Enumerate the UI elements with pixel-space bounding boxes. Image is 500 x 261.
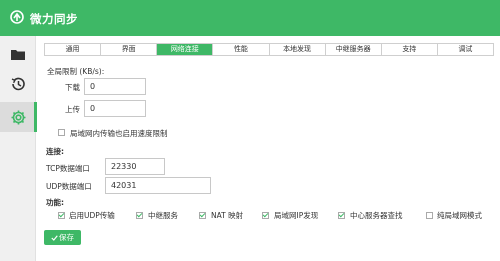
lan-ip-discovery-checkbox[interactable] xyxy=(262,212,269,219)
connection-heading: 连接: xyxy=(46,147,64,156)
relay-service-checkbox[interactable] xyxy=(136,212,143,219)
sidebar-item-history[interactable] xyxy=(0,69,36,99)
speed-limit-heading: 全局限制 (KB/s): xyxy=(47,67,105,76)
save-button[interactable]: 保存 xyxy=(44,230,81,245)
relay-service-label: 中继服务 xyxy=(148,211,178,220)
sidebar-item-folders[interactable] xyxy=(0,39,36,69)
upload-limit-input[interactable]: 0 xyxy=(84,100,146,117)
check-icon xyxy=(51,234,58,241)
tab-general[interactable]: 通用 xyxy=(45,44,102,55)
settings-gear-icon xyxy=(11,110,25,124)
lan-speed-limit-label: 局域网内传输也启用速度限制 xyxy=(70,129,168,138)
central-server-lookup-checkbox[interactable] xyxy=(338,212,345,219)
nat-mapping-label: NAT 映射 xyxy=(211,211,244,220)
lan-speed-limit-checkbox[interactable] xyxy=(58,129,65,136)
tab-relay-servers[interactable]: 中继服务器 xyxy=(325,44,382,55)
udp-port-label: UDP数据端口 xyxy=(46,182,92,191)
save-button-label: 保存 xyxy=(59,233,74,242)
features-heading: 功能: xyxy=(46,198,64,207)
udp-transport-label: 启用UDP传输 xyxy=(69,211,115,220)
udp-transport-checkbox[interactable] xyxy=(58,212,65,219)
history-icon xyxy=(11,77,25,91)
tab-performance[interactable]: 性能 xyxy=(213,44,270,55)
title-bar: 微力同步 xyxy=(0,0,500,36)
tcp-port-input[interactable]: 22330 xyxy=(105,158,165,175)
lan-only-mode-label: 纯局域网模式 xyxy=(437,211,482,220)
udp-port-input[interactable]: 42031 xyxy=(105,177,211,194)
tab-interface[interactable]: 界面 xyxy=(101,44,158,55)
settings-tabs: 通用 界面 网络连接 性能 本地发现 中继服务器 支持 调试 xyxy=(44,43,494,56)
nat-mapping-checkbox[interactable] xyxy=(199,212,206,219)
app-title: 微力同步 xyxy=(30,12,78,26)
tcp-port-label: TCP数据端口 xyxy=(46,164,90,173)
lan-only-mode-checkbox[interactable] xyxy=(426,212,433,219)
lan-ip-discovery-label: 局域网IP发现 xyxy=(274,211,319,220)
tab-support[interactable]: 支持 xyxy=(381,44,438,55)
central-server-lookup-label: 中心服务器查找 xyxy=(350,211,403,220)
tab-debug[interactable]: 调试 xyxy=(437,44,493,55)
sidebar-item-settings[interactable] xyxy=(0,102,37,132)
app-logo-icon xyxy=(10,10,24,24)
tab-network[interactable]: 网络连接 xyxy=(157,44,214,55)
upload-label: 上传 xyxy=(65,105,80,114)
download-label: 下载 xyxy=(65,83,80,92)
download-limit-input[interactable]: 0 xyxy=(84,78,146,95)
sidebar xyxy=(0,36,37,261)
tab-local-discovery[interactable]: 本地发现 xyxy=(269,44,326,55)
folder-icon xyxy=(11,49,25,60)
